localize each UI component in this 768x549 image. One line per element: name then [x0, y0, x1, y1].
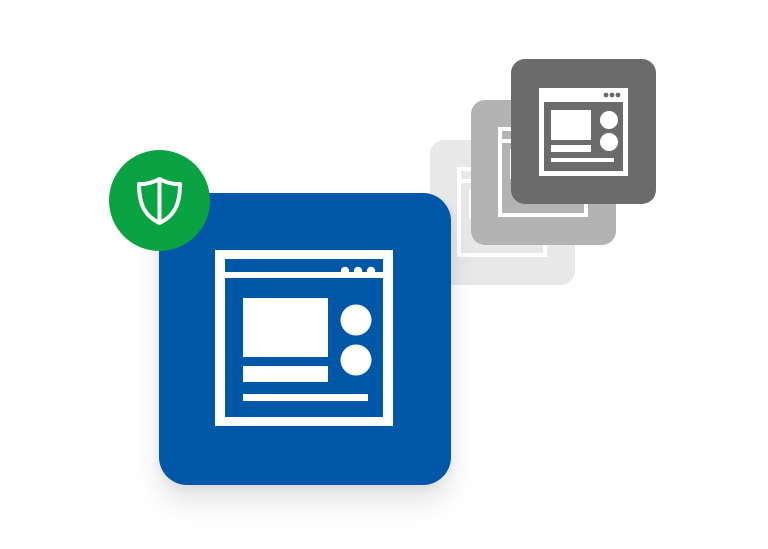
- shield-badge: [109, 150, 210, 251]
- shield-icon: [137, 177, 182, 225]
- browser-window-icon: [539, 88, 628, 176]
- window-tile-dark: [511, 59, 656, 204]
- illustration: [0, 0, 768, 549]
